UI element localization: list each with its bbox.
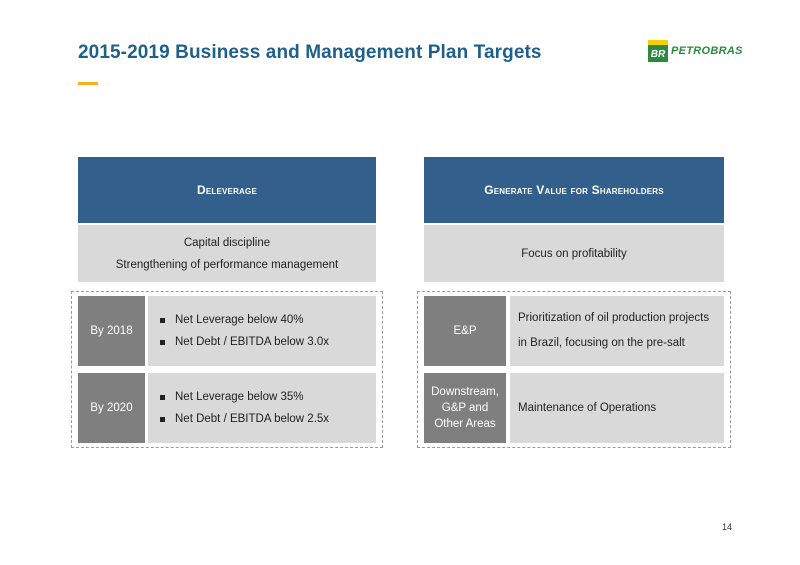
sub-line: Focus on profitability bbox=[521, 247, 627, 260]
generate-value-subheader: Focus on profitability bbox=[424, 225, 724, 282]
petrobras-logo: BR PETROBRAS bbox=[648, 40, 743, 62]
bullet-text: Net Leverage below 40% bbox=[175, 314, 304, 326]
bullet-square-icon bbox=[160, 416, 165, 422]
logo-mark-text: BR bbox=[651, 49, 666, 60]
sub-line: Capital discipline bbox=[183, 236, 271, 249]
targets-2018-cell: Net Leverage below 40% Net Debt / EBITDA… bbox=[148, 296, 376, 366]
page-title: 2015-2019 Business and Management Plan T… bbox=[78, 42, 542, 63]
bullet-text: Net Debt / EBITDA below 2.5x bbox=[175, 413, 330, 425]
generate-value-header: Generate Value for Shareholders bbox=[424, 157, 724, 223]
title-accent-bar bbox=[78, 82, 98, 85]
ep-text-cell: Prioritization of oil production project… bbox=[510, 296, 724, 366]
bullet-item: Net Debt / EBITDA below 3.0x bbox=[160, 331, 329, 353]
bullet-item: Net Debt / EBITDA below 2.5x bbox=[160, 408, 329, 430]
row-label-2018: By 2018 bbox=[78, 296, 145, 366]
targets-2020-cell: Net Leverage below 35% Net Debt / EBITDA… bbox=[148, 373, 376, 443]
bullet-square-icon bbox=[160, 317, 165, 323]
row-label-2020: By 2020 bbox=[78, 373, 145, 443]
deleverage-header: Deleverage bbox=[78, 157, 376, 223]
page-number: 14 bbox=[722, 522, 733, 532]
bullet-square-icon bbox=[160, 339, 165, 345]
logo-wordmark: PETROBRAS bbox=[671, 45, 743, 57]
row-label-downstream: Downstream, G&P and Other Areas bbox=[424, 373, 506, 443]
bullet-text: Net Debt / EBITDA below 3.0x bbox=[175, 336, 330, 348]
deleverage-subheader: Capital discipline Strengthening of perf… bbox=[78, 225, 376, 282]
row-label-ep: E&P bbox=[424, 296, 506, 366]
bullet-square-icon bbox=[160, 394, 165, 400]
petrobras-br-icon: BR bbox=[648, 40, 668, 62]
sub-line: Strengthening of performance management bbox=[115, 258, 339, 271]
bullet-item: Net Leverage below 40% bbox=[160, 309, 329, 331]
downstream-text-cell: Maintenance of Operations bbox=[510, 373, 724, 443]
bullet-item: Net Leverage below 35% bbox=[160, 386, 329, 408]
bullet-text: Net Leverage below 35% bbox=[175, 391, 304, 403]
